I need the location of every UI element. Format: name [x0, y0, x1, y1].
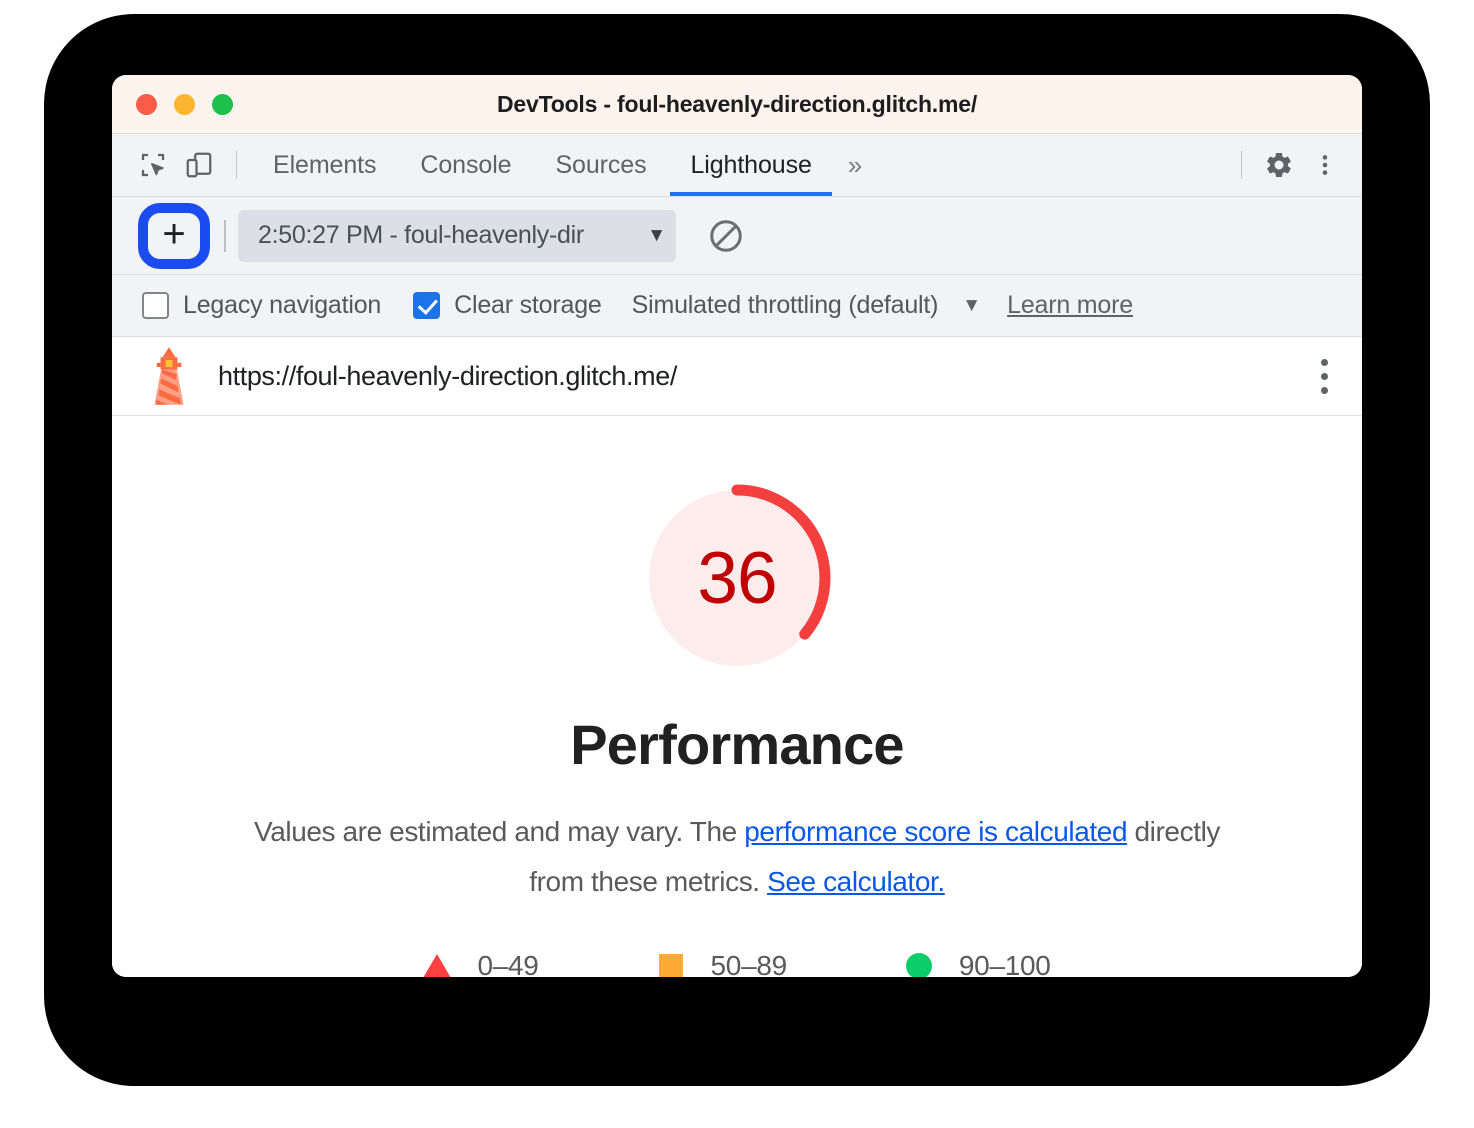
tab-lighthouse-label: Lighthouse [690, 150, 812, 179]
report-options-kebab-icon[interactable] [1321, 358, 1328, 394]
close-window-button[interactable] [136, 93, 157, 115]
report-run-select-value: 2:50:27 PM - foul-heavenly-dir [258, 221, 584, 249]
legend-label-pass: 90–100 [958, 949, 1051, 977]
toolbar-divider [236, 151, 237, 179]
tab-lighthouse[interactable]: Lighthouse [668, 134, 833, 196]
score-disclaimer: Values are estimated and may vary. The p… [237, 807, 1237, 908]
lighthouse-run-toolbar: + 2:50:27 PM - foul-heavenly-dir ▼ [112, 197, 1362, 275]
lighthouse-logo-icon [154, 347, 184, 405]
window-title: DevTools - foul-heavenly-direction.glitc… [496, 90, 978, 117]
kebab-dot [1321, 386, 1328, 394]
learn-more-link[interactable]: Learn more [1007, 291, 1133, 320]
tab-elements[interactable]: Elements [251, 134, 398, 196]
window-title-bar: DevTools - foul-heavenly-direction.glitc… [112, 75, 1362, 134]
performance-score-gauge: 36 [637, 478, 837, 678]
report-url: https://foul-heavenly-direction.glitch.m… [218, 360, 677, 391]
lighthouse-toolbar-divider [224, 219, 226, 252]
settings-gear-icon[interactable] [1256, 142, 1302, 188]
throttling-select[interactable]: Simulated throttling (default) ▼ [632, 291, 981, 320]
average-square-icon [657, 953, 685, 977]
legend-item-pass: 90–100 [905, 950, 1051, 977]
tab-sources[interactable]: Sources [533, 134, 668, 196]
device-toolbar-icon[interactable] [176, 142, 222, 188]
devtools-window: DevTools - foul-heavenly-direction.glitc… [112, 75, 1362, 977]
clear-storage-checkbox[interactable]: Clear storage [413, 291, 602, 320]
toolbar-divider-right [1241, 151, 1242, 179]
performance-score-value: 36 [697, 537, 777, 619]
pass-circle-icon [905, 952, 933, 977]
chevron-down-icon: ▼ [962, 294, 982, 316]
throttling-label: Simulated throttling (default) [631, 291, 939, 319]
clear-all-icon[interactable] [698, 208, 754, 264]
tab-console-label: Console [420, 150, 512, 179]
window-traffic-lights [136, 93, 233, 115]
score-legend: 0–49 50–89 90–100 [423, 949, 1051, 977]
legend-item-fail: 0–49 [423, 949, 539, 977]
plus-icon: + [162, 212, 186, 256]
see-calculator-link[interactable]: See calculator. [767, 866, 945, 897]
legacy-navigation-checkbox[interactable]: Legacy navigation [142, 291, 381, 320]
lighthouse-report-body: 36 Performance Values are estimated and … [112, 416, 1362, 977]
fail-triangle-icon [423, 953, 452, 977]
tab-sources-label: Sources [555, 150, 647, 179]
disclaimer-prefix: Values are estimated and may vary. The [254, 816, 745, 847]
panel-tab-list: Elements Console Sources Lighthouse » [251, 134, 876, 196]
report-run-select[interactable]: 2:50:27 PM - foul-heavenly-dir ▼ [238, 209, 676, 262]
legacy-navigation-label: Legacy navigation [183, 291, 382, 319]
devtools-tab-bar: Elements Console Sources Lighthouse » [112, 134, 1362, 197]
clear-storage-label: Clear storage [454, 291, 602, 319]
tab-elements-label: Elements [273, 150, 377, 179]
kebab-dot [1321, 358, 1328, 366]
lighthouse-options-row: Legacy navigation Clear storage Simulate… [112, 275, 1362, 337]
kebab-dot [1321, 372, 1328, 380]
page-title: Performance [570, 713, 904, 776]
more-options-kebab-icon[interactable] [1302, 142, 1348, 188]
report-url-row: https://foul-heavenly-direction.glitch.m… [112, 337, 1362, 416]
minimize-window-button[interactable] [174, 93, 195, 115]
tab-console[interactable]: Console [398, 134, 533, 196]
legend-label-average: 50–89 [710, 949, 788, 977]
legacy-navigation-checkbox-box [142, 292, 169, 319]
legend-item-average: 50–89 [657, 950, 787, 977]
chevron-down-icon: ▼ [647, 224, 666, 246]
zoom-window-button[interactable] [212, 93, 233, 115]
clear-storage-checkbox-box [413, 292, 441, 319]
inspect-element-icon[interactable] [130, 142, 176, 188]
new-report-button[interactable]: + [138, 202, 210, 269]
performance-score-calculated-link[interactable]: performance score is calculated [744, 816, 1127, 847]
legend-label-fail: 0–49 [477, 949, 539, 977]
more-tabs-chevron-icon[interactable]: » [834, 134, 876, 196]
devtools-toolbar-right [1227, 134, 1348, 196]
